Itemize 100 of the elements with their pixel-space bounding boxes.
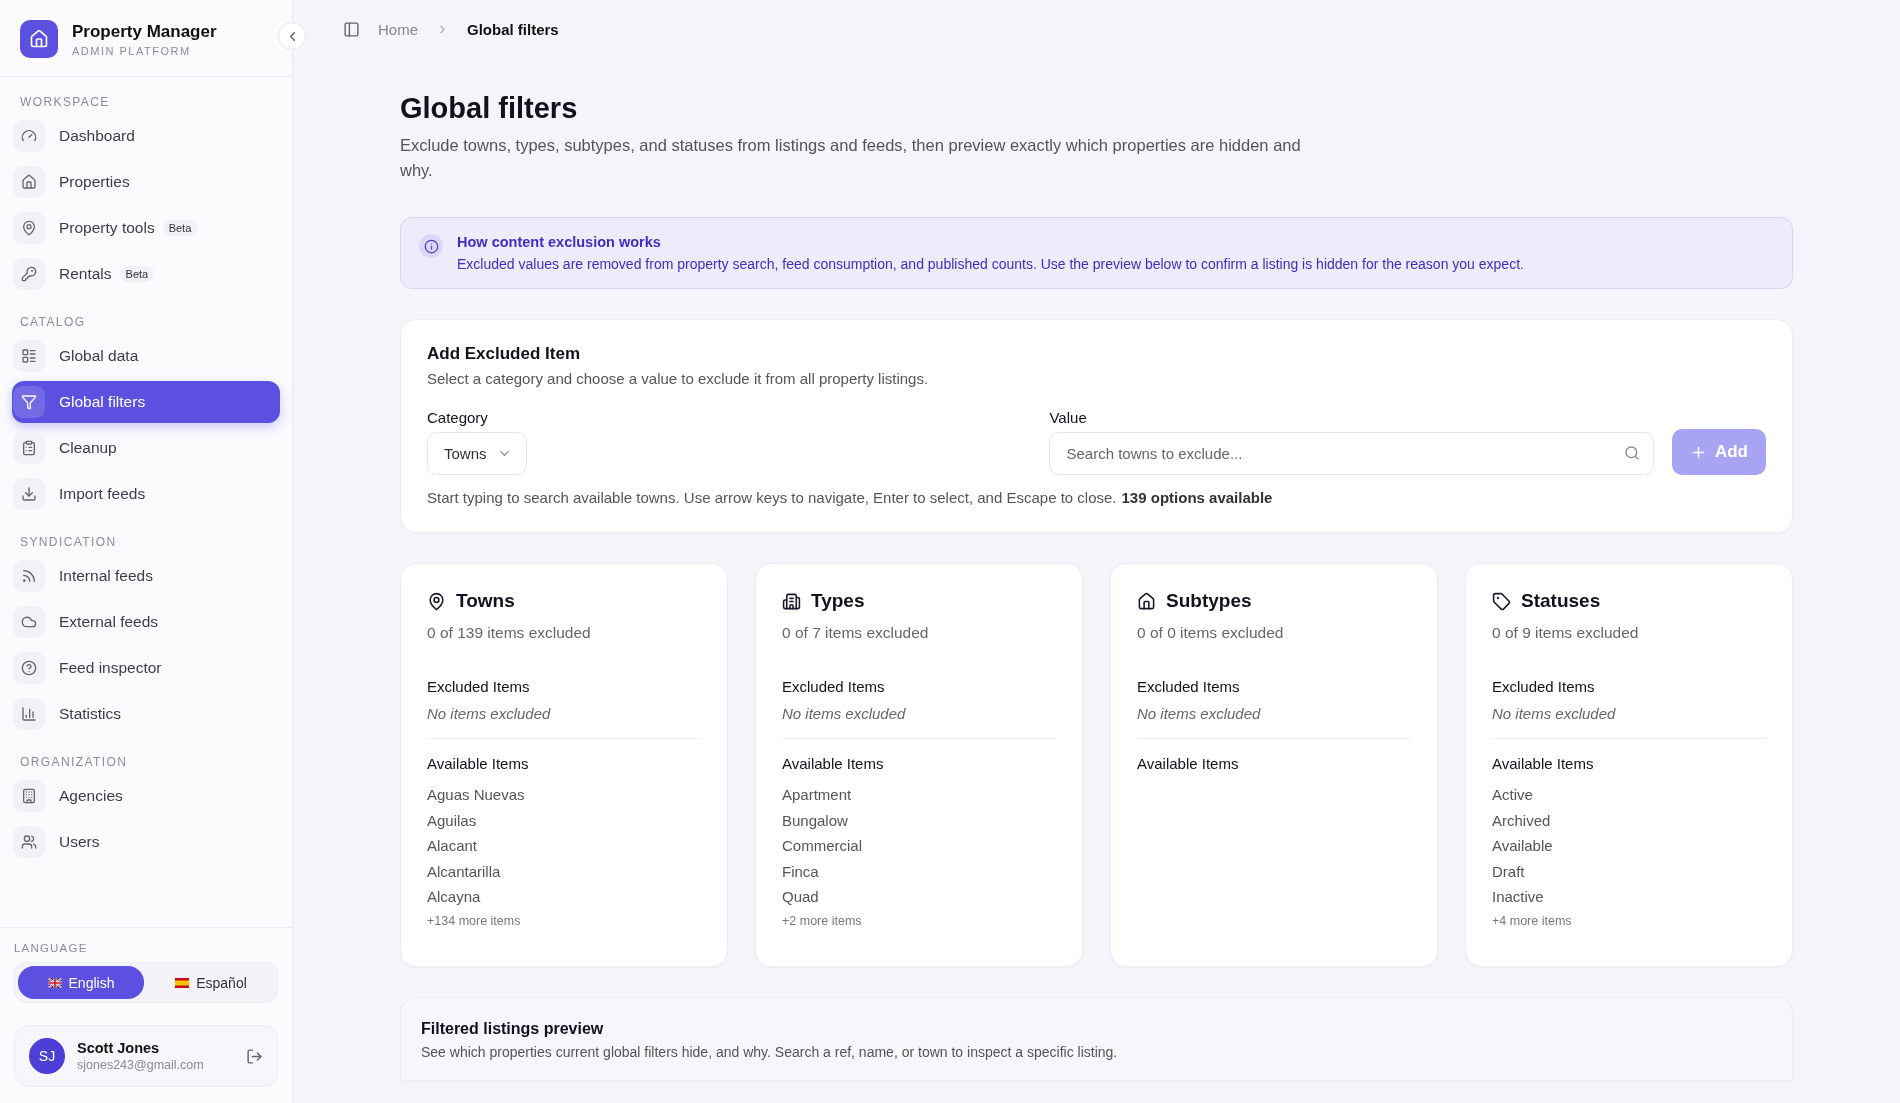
nav-icon	[13, 560, 45, 592]
section-heading: Excluded Items	[427, 678, 531, 695]
card-description: Select a category and choose a value to exclude it from all property listings.	[427, 370, 930, 387]
section-heading: Available Items	[1492, 755, 1595, 772]
sidebar-toggle-icon[interactable]	[343, 21, 360, 38]
sidebar-item[interactable]: Property tools Beta	[12, 207, 280, 249]
empty-message: No items excluded	[1492, 705, 1617, 722]
field-label: Value	[1049, 409, 1088, 426]
breadcrumb-link[interactable]: Global filters	[467, 21, 559, 38]
info-title: How content exclusion works	[457, 234, 662, 250]
category-title: Subtypes	[1166, 590, 1252, 612]
category-title: Towns	[456, 590, 515, 612]
available-item: Commercial	[782, 836, 863, 856]
available-item: Alcantarilla	[427, 861, 502, 882]
nav-icon	[13, 478, 45, 510]
card-title: Filtered listings preview	[421, 1020, 605, 1038]
language-option[interactable]: Español	[148, 966, 274, 999]
nav-label: Feed inspector	[59, 659, 162, 677]
nav-icon	[13, 166, 45, 198]
nav-label: Property tools	[59, 219, 155, 237]
card-description: See which properties current global filters hide, and why. Search a ref, name, or town to inspect a specific listing.	[421, 1044, 1119, 1060]
section-heading: Available Items	[427, 755, 530, 772]
nav-icon	[13, 120, 45, 152]
empty-message: No items excluded	[782, 705, 907, 722]
available-item: Available	[1492, 836, 1554, 856]
language-option[interactable]: English	[18, 966, 144, 999]
spain-flag-icon	[175, 977, 190, 988]
category-icon	[1137, 591, 1156, 611]
category-icon	[427, 591, 446, 611]
section-heading: Available Items	[782, 755, 885, 772]
logout-icon[interactable]	[246, 1047, 263, 1065]
beta-badge: Beta	[119, 266, 155, 282]
nav-label: Dashboard	[59, 127, 135, 145]
excluded-count: 0 of 139 items excluded	[427, 624, 592, 642]
nav-icon	[13, 698, 45, 730]
uk-flag-icon	[47, 977, 62, 988]
sidebar-item[interactable]: Rentals Beta	[12, 253, 280, 295]
sidebar-item[interactable]: Cleanup	[12, 427, 280, 469]
search-hint: Start typing to search available towns. Use arrow keys to navigate, Enter to select, and Escape to close. 139 options available	[427, 489, 1274, 506]
available-item: Inactive	[1492, 887, 1545, 907]
section-label: SYNDICATION	[19, 535, 118, 551]
available-item: Archived	[1492, 810, 1552, 831]
sidebar-item[interactable]: Dashboard	[12, 115, 280, 157]
nav-icon	[13, 826, 45, 858]
sidebar-item[interactable]: Feed inspector	[12, 647, 280, 689]
user-email: sjones243@gmail.com	[77, 1058, 204, 1072]
section-heading: Excluded Items	[1137, 678, 1241, 695]
category-select[interactable]: Towns	[427, 432, 527, 475]
category-icon	[782, 591, 801, 611]
available-item: Apartment	[782, 785, 853, 805]
sidebar-item[interactable]: Properties	[12, 161, 280, 203]
nav-icon	[13, 340, 45, 372]
value-search-field[interactable]: Search towns to exclude...	[1049, 432, 1654, 475]
info-icon	[419, 234, 443, 258]
section-heading: Excluded Items	[1492, 678, 1596, 695]
sidebar-item[interactable]: Global data	[12, 335, 280, 377]
nav-label: Cleanup	[59, 439, 117, 457]
sidebar-item[interactable]: Agencies	[12, 775, 280, 817]
sidebar-item[interactable]: Import feeds	[12, 473, 280, 515]
app-name: Property Manager	[72, 21, 217, 42]
nav-icon	[13, 652, 45, 684]
available-item: Bungalow	[782, 810, 849, 831]
field-label: Category	[427, 409, 489, 426]
page-description: Exclude towns, types, subtypes, and statuses from listings and feeds, then preview exactly which properties are hidden and why.	[400, 135, 1302, 181]
category-icon	[1492, 591, 1511, 611]
section-heading: Available Items	[1137, 755, 1240, 772]
excluded-count: 0 of 9 items excluded	[1492, 624, 1640, 642]
nav-icon	[13, 606, 45, 638]
nav-label: Import feeds	[59, 485, 146, 503]
empty-message: No items excluded	[1137, 705, 1262, 722]
nav-icon	[13, 432, 45, 464]
section-label: ORGANIZATION	[19, 755, 129, 771]
available-item: Aguas Nuevas	[427, 785, 526, 805]
excluded-count: 0 of 0 items excluded	[1137, 624, 1285, 642]
card-title: Add Excluded Item	[427, 344, 582, 364]
sidebar-item[interactable]: Internal feeds	[12, 555, 280, 597]
user-name: Scott Jones	[77, 1040, 161, 1056]
avatar: SJ	[29, 1038, 65, 1074]
section-label: WORKSPACE	[19, 95, 111, 111]
category-title: Types	[811, 590, 865, 612]
available-item: Finca	[782, 861, 820, 882]
nav-icon	[13, 212, 45, 244]
nav-label: Global data	[59, 347, 139, 365]
more-items: +134 more items	[427, 913, 522, 928]
available-item: Draft	[1492, 861, 1526, 882]
nav-icon	[13, 386, 45, 418]
sidebar-item[interactable]: Users	[12, 821, 280, 863]
search-icon	[1623, 445, 1640, 461]
available-item: Alcayna	[427, 887, 482, 907]
nav-label: Agencies	[59, 787, 123, 805]
page-title: Global filters	[400, 92, 579, 125]
available-item: Quad	[782, 887, 820, 907]
more-items: +2 more items	[782, 913, 863, 928]
sidebar-item[interactable]: Global filters	[12, 381, 280, 423]
sidebar-item[interactable]: Statistics	[12, 693, 280, 735]
more-items: +4 more items	[1492, 913, 1573, 928]
nav-label: Users	[59, 833, 100, 851]
app-subtitle: ADMIN PLATFORM	[72, 44, 192, 57]
available-item: Alacant	[427, 836, 479, 856]
sidebar-item[interactable]: External feeds	[12, 601, 280, 643]
